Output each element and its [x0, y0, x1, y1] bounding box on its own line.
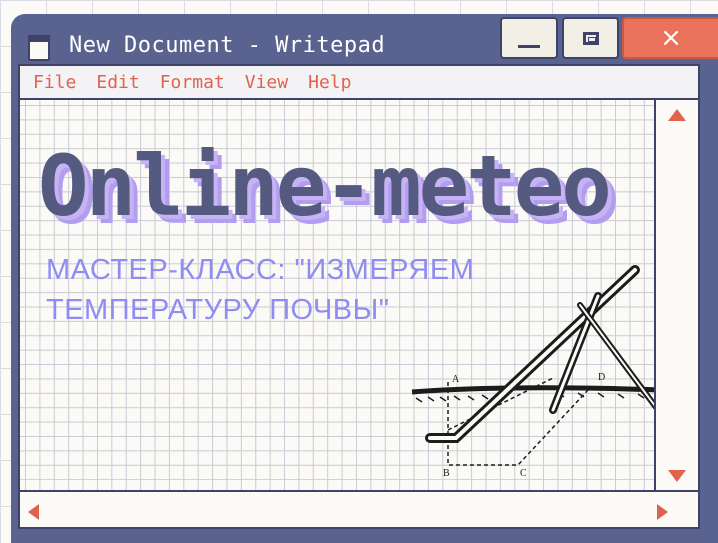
arrow-down-icon[interactable]: [668, 470, 686, 482]
label-b: B: [443, 468, 450, 479]
menu-bar: File Edit Format View Help: [18, 64, 700, 100]
menu-help[interactable]: Help: [308, 72, 351, 93]
label-a: A: [452, 374, 460, 385]
minimize-button[interactable]: [500, 17, 558, 59]
menu-edit[interactable]: Edit: [96, 72, 139, 93]
headline: Online-meteo: [38, 137, 612, 235]
vertical-scrollbar[interactable]: [654, 100, 700, 490]
maximize-button[interactable]: [562, 17, 619, 59]
document-area[interactable]: Online-meteo МАСТЕР-КЛАСС: "ИЗМЕРЯЕМ ТЕМ…: [18, 100, 654, 480]
minimize-icon: [518, 44, 540, 48]
close-button[interactable]: ×: [622, 17, 718, 59]
thermometer-illustration: A D B C: [411, 265, 654, 479]
window-title: New Document - Writepad: [69, 33, 386, 58]
document-icon: [28, 35, 50, 61]
menu-format[interactable]: Format: [160, 72, 225, 93]
close-icon: ×: [660, 23, 682, 53]
maximize-icon: [582, 31, 599, 45]
label-d: D: [598, 372, 605, 383]
arrow-right-icon[interactable]: [657, 504, 668, 520]
menu-view[interactable]: View: [245, 72, 288, 93]
arrow-left-icon[interactable]: [28, 504, 39, 520]
ground-hatching: [415, 392, 645, 403]
document-bottom-strip: [18, 480, 654, 490]
label-c: C: [520, 468, 527, 479]
horizontal-scrollbar[interactable]: [18, 490, 700, 529]
arrow-up-icon[interactable]: [668, 109, 686, 121]
menu-file[interactable]: File: [33, 72, 76, 93]
thermometer-long: [425, 265, 640, 443]
